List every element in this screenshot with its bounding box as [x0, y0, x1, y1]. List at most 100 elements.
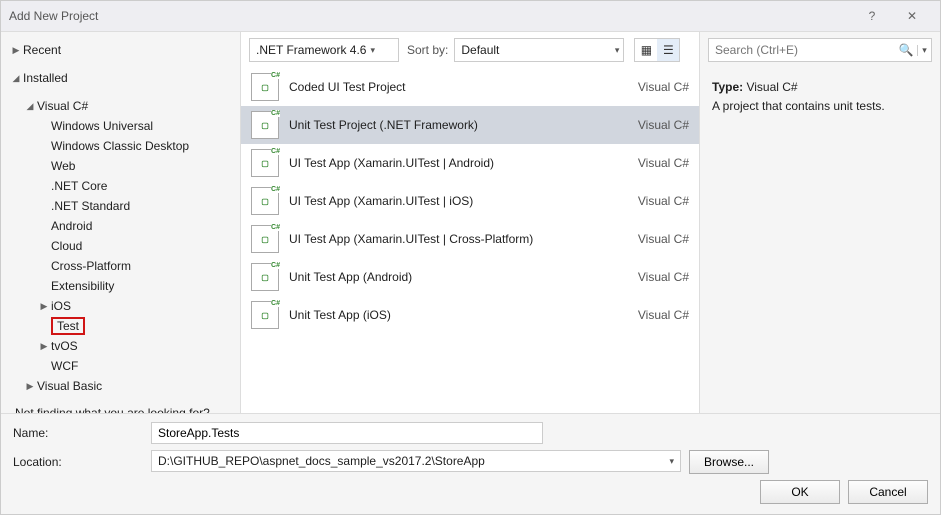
tree-label: Cross-Platform [51, 259, 131, 273]
close-button[interactable]: ✕ [892, 1, 932, 31]
project-icon: C#▢ [251, 187, 279, 215]
type-label: Type: [712, 80, 743, 94]
list-view-button[interactable]: ☰ [657, 39, 679, 61]
tree-label: .NET Core [51, 179, 107, 193]
tree-label: Web [51, 159, 75, 173]
browse-button[interactable]: Browse... [689, 450, 769, 474]
tree-recent[interactable]: ▶ Recent [1, 40, 240, 60]
template-row[interactable]: C#▢ UI Test App (Xamarin.UITest | Cross-… [241, 220, 699, 258]
help-button[interactable]: ? [852, 1, 892, 31]
template-name: UI Test App (Xamarin.UITest | Android) [289, 156, 609, 170]
chevron-down-icon[interactable]: ▾ [917, 45, 931, 56]
project-icon: C#▢ [251, 111, 279, 139]
template-row[interactable]: C#▢ Coded UI Test Project Visual C# [241, 68, 699, 106]
chevron-down-icon: ◢ [9, 73, 23, 84]
tree-item[interactable]: Web [1, 156, 240, 176]
template-name: UI Test App (Xamarin.UITest | Cross-Plat… [289, 232, 609, 246]
window-title: Add New Project [9, 9, 852, 23]
location-value: D:\GITHUB_REPO\aspnet_docs_sample_vs2017… [158, 454, 485, 468]
ok-button[interactable]: OK [760, 480, 840, 504]
add-new-project-dialog: Add New Project ? ✕ ▶ Recent ◢ Installed… [0, 0, 941, 515]
tree-label: Cloud [51, 239, 82, 253]
tree-item[interactable]: .NET Standard [1, 196, 240, 216]
tree-item[interactable]: Android [1, 216, 240, 236]
tree-item[interactable]: Cross-Platform [1, 256, 240, 276]
project-icon: C#▢ [251, 149, 279, 177]
location-label: Location: [13, 455, 143, 469]
tree-label: iOS [51, 299, 71, 313]
name-label: Name: [13, 426, 143, 440]
tree-visual-csharp[interactable]: ◢ Visual C# [1, 96, 240, 116]
template-row[interactable]: C#▢ UI Test App (Xamarin.UITest | Androi… [241, 144, 699, 182]
tree-label: Recent [23, 43, 61, 57]
tree-test[interactable]: Test [1, 316, 240, 336]
tree-label: Android [51, 219, 92, 233]
project-icon: C#▢ [251, 263, 279, 291]
template-lang: Visual C# [619, 308, 689, 322]
tree-label: tvOS [51, 339, 78, 353]
project-icon: C#▢ [251, 73, 279, 101]
tree-item[interactable]: Windows Classic Desktop [1, 136, 240, 156]
location-combo[interactable]: D:\GITHUB_REPO\aspnet_docs_sample_vs2017… [151, 450, 681, 472]
grid-icon: ▦ [641, 43, 652, 57]
tree-tvos[interactable]: ▶ tvOS [1, 336, 240, 356]
template-row[interactable]: C#▢ Unit Test App (iOS) Visual C# [241, 296, 699, 334]
chevron-right-icon: ▶ [37, 341, 51, 352]
project-icon: C#▢ [251, 225, 279, 253]
dialog-buttons: OK Cancel [13, 480, 928, 504]
tree-label: Windows Universal [51, 119, 153, 133]
project-icon: C#▢ [251, 301, 279, 329]
search-input[interactable] [709, 43, 895, 57]
tree-item[interactable]: Extensibility [1, 276, 240, 296]
template-row[interactable]: C#▢ Unit Test Project (.NET Framework) V… [241, 106, 699, 144]
tree-visual-basic[interactable]: ▶ Visual Basic [1, 376, 240, 396]
template-name: Unit Test App (iOS) [289, 308, 609, 322]
tree-item[interactable]: .NET Core [1, 176, 240, 196]
template-description: A project that contains unit tests. [712, 97, 928, 116]
chevron-down-icon: ◢ [23, 101, 37, 112]
framework-combo[interactable]: .NET Framework 4.6 ▾ [249, 38, 399, 62]
middle-toolbar: .NET Framework 4.6 ▾ Sort by: Default ▾ … [241, 32, 699, 68]
view-toggle: ▦ ☰ [634, 38, 680, 62]
template-row[interactable]: C#▢ Unit Test App (Android) Visual C# [241, 258, 699, 296]
chevron-right-icon: ▶ [23, 381, 37, 392]
tree-installed[interactable]: ◢ Installed [1, 68, 240, 88]
template-name: Unit Test Project (.NET Framework) [289, 118, 609, 132]
sort-by-label: Sort by: [407, 43, 448, 57]
tree-label: Extensibility [51, 279, 114, 293]
dialog-body: ▶ Recent ◢ Installed ◢ Visual C# Windows… [1, 31, 940, 413]
search-box[interactable]: 🔍 ▾ [708, 38, 932, 62]
tree-ios[interactable]: ▶ iOS [1, 296, 240, 316]
tree-item[interactable]: Cloud [1, 236, 240, 256]
framework-value: .NET Framework 4.6 [256, 43, 366, 57]
tree-label: Visual C# [37, 99, 88, 113]
tree-label: .NET Standard [51, 199, 130, 213]
tree-item[interactable]: Windows Universal [1, 116, 240, 136]
tree-label: Visual Basic [37, 379, 102, 393]
not-finding-text: Not finding what you are looking for? [15, 406, 226, 413]
chevron-down-icon: ▾ [669, 456, 674, 467]
chevron-right-icon: ▶ [37, 301, 51, 312]
template-row[interactable]: C#▢ UI Test App (Xamarin.UITest | iOS) V… [241, 182, 699, 220]
left-footer: Not finding what you are looking for? Op… [1, 396, 240, 413]
template-lang: Visual C# [619, 80, 689, 94]
chevron-down-icon: ▾ [370, 45, 375, 56]
cancel-button[interactable]: Cancel [848, 480, 928, 504]
left-panel: ▶ Recent ◢ Installed ◢ Visual C# Windows… [1, 32, 241, 413]
sort-combo[interactable]: Default ▾ [454, 38, 624, 62]
titlebar: Add New Project ? ✕ [1, 1, 940, 31]
template-lang: Visual C# [619, 118, 689, 132]
name-input[interactable] [151, 422, 543, 444]
search-icon: 🔍 [895, 43, 917, 57]
template-lang: Visual C# [619, 270, 689, 284]
tree-label: Test [51, 317, 85, 335]
bottom-panel: Name: Location: D:\GITHUB_REPO\aspnet_do… [1, 413, 940, 514]
sort-value: Default [461, 43, 499, 57]
template-name: UI Test App (Xamarin.UITest | iOS) [289, 194, 609, 208]
template-list: C#▢ Coded UI Test Project Visual C# C#▢ … [241, 68, 699, 413]
tree-label: Windows Classic Desktop [51, 139, 189, 153]
chevron-right-icon: ▶ [9, 45, 23, 56]
grid-view-button[interactable]: ▦ [635, 39, 657, 61]
chevron-down-icon: ▾ [615, 45, 620, 56]
tree-wcf[interactable]: WCF [1, 356, 240, 376]
